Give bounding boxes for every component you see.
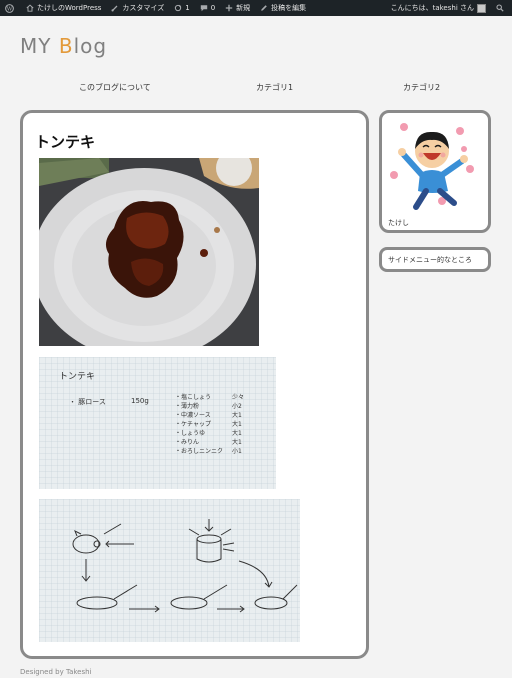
ingredient-item: ・ケチャップ	[175, 421, 211, 428]
nav-item-category1[interactable]: カテゴリ1	[256, 82, 293, 93]
site-name-link[interactable]: たけしのWordPress	[21, 0, 106, 16]
pencil-icon	[260, 4, 268, 12]
comments-count: 0	[210, 4, 216, 12]
ingredient-amount: 小2	[232, 403, 242, 410]
wordpress-icon: W	[5, 4, 14, 13]
ingredient-item: ・しょうゆ	[175, 430, 206, 437]
side-menu-text: サイドメニュー的なところ	[388, 256, 472, 264]
ingredient-amount: 大1	[232, 412, 242, 419]
post-title: トンテキ	[35, 133, 96, 151]
edit-post-label: 投稿を編集	[271, 4, 307, 12]
main-navigation: このブログについて カテゴリ1 カテゴリ2	[0, 82, 512, 94]
site-title-part1: MY	[20, 34, 59, 58]
comment-icon	[200, 4, 208, 12]
search-icon	[496, 4, 504, 12]
recipe-note-ingredients: ・塩こしょう ・薄力粉 ・中濃ソース ・ケチャップ ・しょうゆ ・みりん ・おろ…	[175, 393, 223, 456]
side-menu-box: サイドメニュー的なところ	[379, 247, 491, 272]
greeting-label: こんにちは、takeshi さん	[390, 4, 474, 12]
dish-photo	[39, 158, 259, 346]
site-title-part2: log	[73, 34, 108, 58]
profile-illustration	[390, 123, 474, 210]
comments-link[interactable]: 0	[195, 0, 220, 16]
customize-label: カスタマイズ	[122, 4, 165, 12]
wordpress-logo-button[interactable]: W	[0, 0, 21, 16]
new-label: 新規	[236, 4, 251, 12]
ingredient-item: ・薄力粉	[175, 403, 200, 410]
admin-bar: W たけしのWordPress カスタマイズ 1 0 新規 投稿を編集 こんにち…	[0, 0, 512, 16]
ingredient-amount: 小1	[232, 448, 242, 455]
ingredient-amount: 大1	[232, 430, 242, 437]
ingredient-item: ・中濃ソース	[175, 412, 211, 419]
recipe-note-main-qty: 150g	[131, 397, 149, 405]
refresh-icon	[174, 4, 182, 12]
nav-item-about[interactable]: このブログについて	[79, 82, 151, 93]
updates-count: 1	[185, 4, 190, 12]
ingredient-item: ・おろしニンニク	[175, 448, 224, 455]
recipe-ingredients-note: トンテキ ・ 豚ロース 150g ・塩こしょう ・薄力粉 ・中濃ソース ・ケチャ…	[39, 357, 276, 489]
ingredient-amount: 少々	[232, 394, 245, 401]
ingredient-amount: 大1	[232, 421, 242, 428]
recipe-note-title: トンテキ	[59, 372, 96, 382]
profile-card: たけし	[379, 110, 491, 233]
ingredient-amount: 大1	[232, 439, 242, 446]
account-menu[interactable]: こんにちは、takeshi さん	[386, 0, 491, 16]
nav-item-category2[interactable]: カテゴリ2	[403, 82, 440, 93]
svg-text:W: W	[7, 7, 13, 13]
search-button[interactable]	[491, 0, 512, 16]
ingredient-item: ・みりん	[175, 439, 200, 446]
brush-icon	[111, 4, 119, 12]
new-content-link[interactable]: 新規	[220, 0, 255, 16]
article-card: トンテキ トンテキ ・ 豚ロース 150g ・塩こしょう ・薄力粉 ・中濃ソース…	[20, 110, 369, 659]
updates-link[interactable]: 1	[169, 0, 194, 16]
site-title[interactable]: MY Blog	[20, 34, 107, 58]
home-icon	[26, 4, 34, 12]
profile-name: たけし	[388, 219, 409, 227]
recipe-note-amounts: 少々 小2 大1 大1 大1 大1 小1	[232, 393, 244, 456]
recipe-note-main-item: ・ 豚ロース	[69, 398, 106, 406]
customize-link[interactable]: カスタマイズ	[106, 0, 169, 16]
footer-credit: Designed by Takeshi	[20, 668, 92, 676]
edit-post-link[interactable]: 投稿を編集	[255, 0, 311, 16]
plus-icon	[225, 4, 233, 12]
recipe-steps-sketch	[39, 499, 300, 642]
site-name-label: たけしのWordPress	[37, 4, 102, 12]
site-title-accent: B	[58, 34, 74, 58]
user-avatar	[477, 3, 486, 13]
ingredient-item: ・塩こしょう	[175, 394, 212, 401]
